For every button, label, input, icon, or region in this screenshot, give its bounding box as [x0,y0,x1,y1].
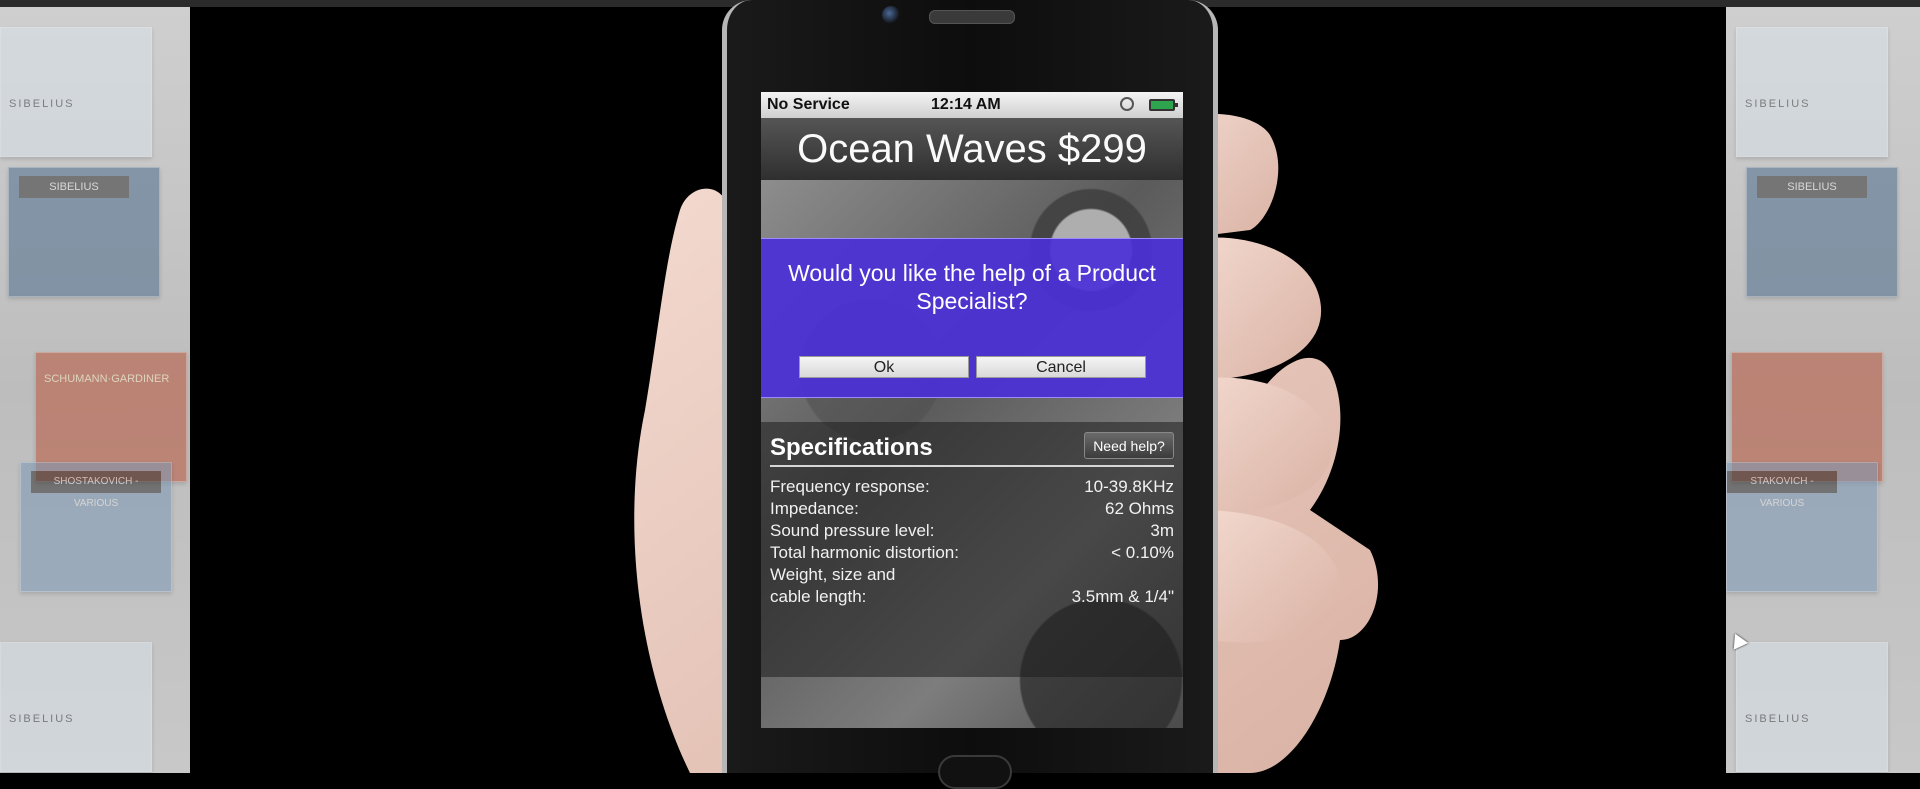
spec-label: Frequency response: [770,477,930,496]
spec-value: < 0.10% [1111,543,1174,562]
spec-value: 3.5mm & 1/4" [1071,587,1174,606]
product-title: Ocean Waves $299 [761,118,1183,180]
cd-label: SIBELIUS [9,98,75,110]
cd-case: SIBELIUS [1736,27,1888,157]
rotation-lock-icon [1120,97,1134,111]
camera-icon [882,6,900,24]
spec-label: Weight, size and [770,565,896,584]
dialog-message: Would you like the help of a Product Spe… [788,260,1156,314]
spec-value: 62 Ohms [1105,499,1174,518]
cd-band: STAKOVICH - VARIOUS [1727,471,1837,509]
battery-icon [1149,99,1178,111]
help-dialog: Would you like the help of a Product Spe… [761,238,1183,398]
clock: 12:14 AM [931,96,1001,113]
spec-label: Total harmonic distortion: [770,543,959,562]
cd-case: SIBELIUS [8,167,160,297]
phone-screen: No Service 12:14 AM Ocean Waves $299 Wou… [761,92,1183,728]
cd-label: SIBELIUS [1745,713,1811,725]
need-help-button[interactable]: Need help? [1084,432,1174,459]
home-button[interactable] [938,755,1012,789]
spec-label: Sound pressure level: [770,521,935,540]
cd-band: SIBELIUS [1757,176,1867,198]
cd-case: SIBELIUS [0,27,152,157]
cd-case: SIBELIUS [1736,642,1888,772]
cd-label: SIBELIUS [1745,98,1811,110]
cd-case: SIBELIUS [1746,167,1898,297]
right-cd-shelf: SIBELIUS SIBELIUS STAKOVICH - VARIOUS SI… [1726,7,1920,773]
speaker-grille [929,10,1015,24]
cd-label: SCHUMANN·GARDINER [44,373,170,385]
cd-case: SIBELIUS [0,642,152,772]
status-bar: No Service 12:14 AM [761,92,1183,118]
cd-band: SHOSTAKOVICH - VARIOUS [31,471,161,509]
carrier-label: No Service [767,96,850,113]
cd-case: SHOSTAKOVICH - VARIOUS [20,462,172,592]
spec-value: 3m [1150,521,1174,540]
specifications-title: Specifications [770,434,933,461]
spec-label: Impedance: [770,499,859,518]
spec-value: 10-39.8KHz [1084,477,1174,496]
left-cd-shelf: SIBELIUS SIBELIUS SCHUMANN·GARDINER SHOS… [0,7,190,773]
cd-label: SIBELIUS [9,713,75,725]
ok-button[interactable]: Ok [799,356,969,378]
cd-band: SIBELIUS [19,176,129,198]
cancel-button[interactable]: Cancel [976,356,1146,378]
spec-label-line2: cable length: [770,587,867,606]
video-frame: SIBELIUS SIBELIUS SCHUMANN·GARDINER SHOS… [0,0,1920,789]
divider [770,465,1174,467]
specifications-panel: Specifications Need help? Frequency resp… [761,422,1183,677]
cd-case: STAKOVICH - VARIOUS [1726,462,1878,592]
